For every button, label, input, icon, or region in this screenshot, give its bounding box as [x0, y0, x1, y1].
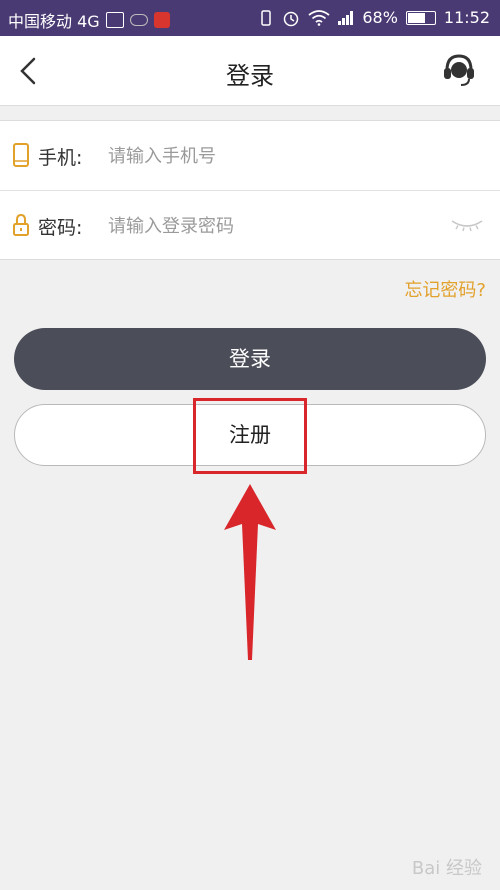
image-notification-icon [105, 12, 124, 28]
phone-input[interactable] [108, 139, 438, 173]
login-form: 手机: 密码: [0, 120, 500, 260]
annotation-highlight-box [193, 398, 307, 474]
clock: 11:52 [443, 8, 490, 27]
carrier-label: 中国移动 4G [8, 12, 100, 31]
status-bar: 中国移动 4G 68% 11:52 [0, 0, 500, 36]
eye-closed-icon[interactable] [450, 217, 484, 233]
phone-label: 手机: [38, 147, 83, 169]
signal-icon [338, 10, 354, 25]
cloud-icon [129, 14, 148, 26]
alarm-icon [284, 11, 299, 26]
annotation-arrow-icon [224, 484, 276, 660]
page-title: 登录 [226, 62, 274, 90]
customer-service-headset-icon[interactable] [442, 52, 476, 88]
wifi-icon [308, 9, 330, 26]
phone-row: 手机: [0, 121, 500, 191]
app-header: 登录 [0, 36, 500, 106]
battery-percent: 68% [362, 8, 398, 27]
watermark: Bai 经验 [411, 858, 482, 879]
phone-icon [13, 143, 29, 167]
lock-icon [13, 213, 29, 236]
forgot-password-link[interactable]: 忘记密码? [404, 276, 486, 302]
status-left: 中国移动 4G [8, 8, 170, 32]
battery-icon [405, 10, 436, 25]
status-right: 68% 11:52 [258, 8, 490, 27]
password-input[interactable] [108, 209, 438, 243]
vibrate-icon [261, 9, 272, 26]
app-notification-icon [153, 12, 170, 28]
password-row: 密码: [0, 191, 500, 261]
login-button[interactable]: 登录 [14, 328, 486, 390]
password-label: 密码: [38, 217, 83, 239]
